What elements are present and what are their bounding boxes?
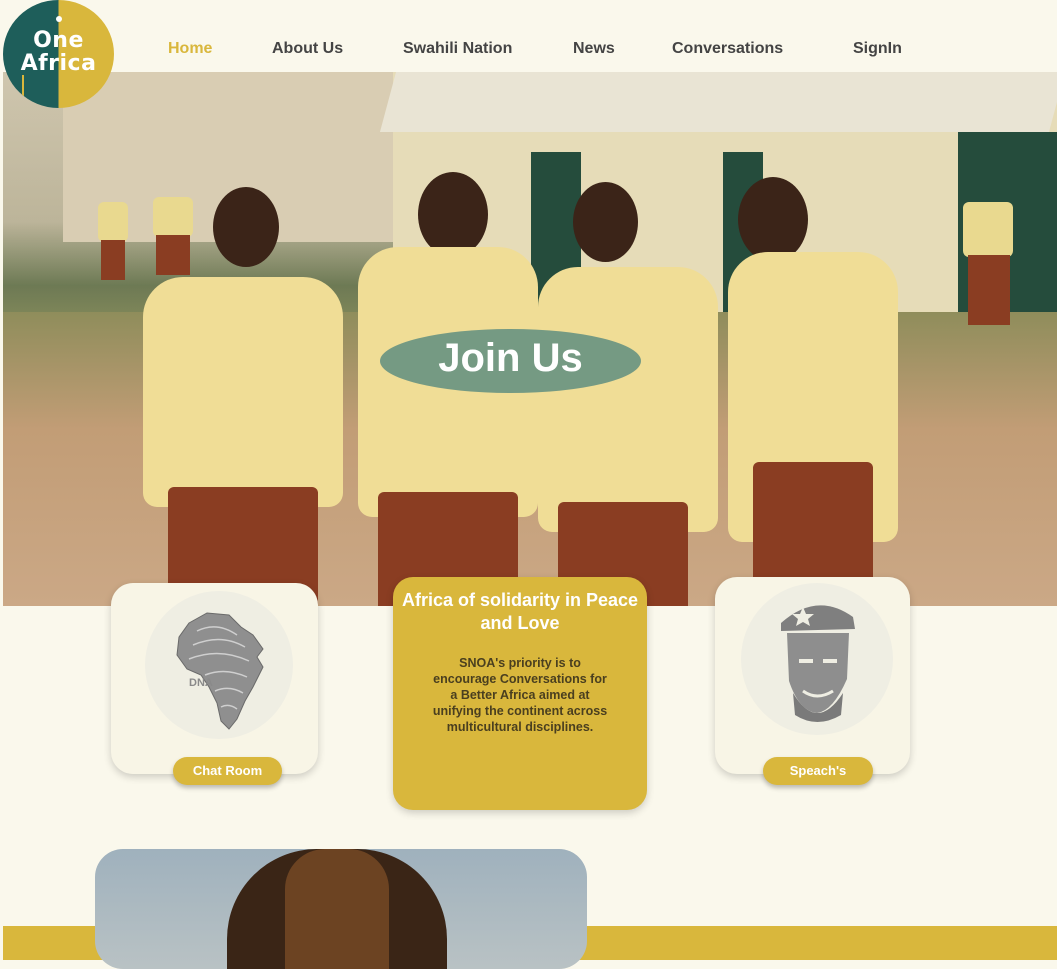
hero-figure	[156, 235, 190, 275]
logo-dot	[56, 16, 62, 22]
hero-figure	[101, 240, 125, 280]
hero-student	[213, 187, 279, 267]
portrait-face	[285, 849, 389, 969]
nav-conversations[interactable]: Conversations	[672, 40, 783, 58]
nav-news[interactable]: News	[573, 40, 615, 58]
speeches-button[interactable]: Speach's	[763, 757, 873, 785]
hero-figure	[968, 255, 1010, 325]
one-africa-logo[interactable]: One Africa	[3, 0, 114, 108]
speeches-card	[715, 577, 910, 774]
hero-student	[573, 182, 638, 262]
logo-bar	[22, 75, 24, 103]
top-nav: Home About Us Swahili Nation News Conver…	[0, 0, 1057, 72]
mission-title: Africa of solidarity in Peace and Love	[401, 590, 639, 633]
hero-figure	[153, 197, 193, 237]
hero-student	[143, 277, 343, 507]
portrait-image	[741, 583, 893, 735]
mission-card: Africa of solidarity in Peace and Love S…	[393, 577, 647, 810]
africa-dna-image: DNA	[145, 591, 293, 739]
hero-student	[538, 267, 718, 532]
logo-line1: One	[33, 28, 84, 53]
hero-student	[738, 177, 808, 262]
hero-figure	[963, 202, 1013, 257]
hero-roof	[379, 72, 1057, 132]
nav-about-us[interactable]: About Us	[272, 40, 343, 58]
nav-signin[interactable]: SignIn	[853, 40, 902, 58]
hero-student	[418, 172, 488, 257]
hero-figure	[98, 202, 128, 242]
dna-label: DNA	[189, 677, 213, 689]
mission-body: SNOA's priority is to encourage Conversa…	[432, 656, 608, 734]
africa-map-icon	[176, 612, 264, 730]
logo-line2: Africa	[20, 51, 97, 76]
chat-room-card: DNA	[111, 583, 318, 774]
nav-swahili-nation[interactable]: Swahili Nation	[403, 40, 512, 58]
join-us-label[interactable]: Join Us	[380, 336, 641, 381]
featured-portrait-image	[95, 849, 587, 969]
portrait-silhouette-icon	[781, 605, 855, 722]
nav-home[interactable]: Home	[168, 40, 212, 58]
chat-room-button[interactable]: Chat Room	[173, 757, 282, 785]
